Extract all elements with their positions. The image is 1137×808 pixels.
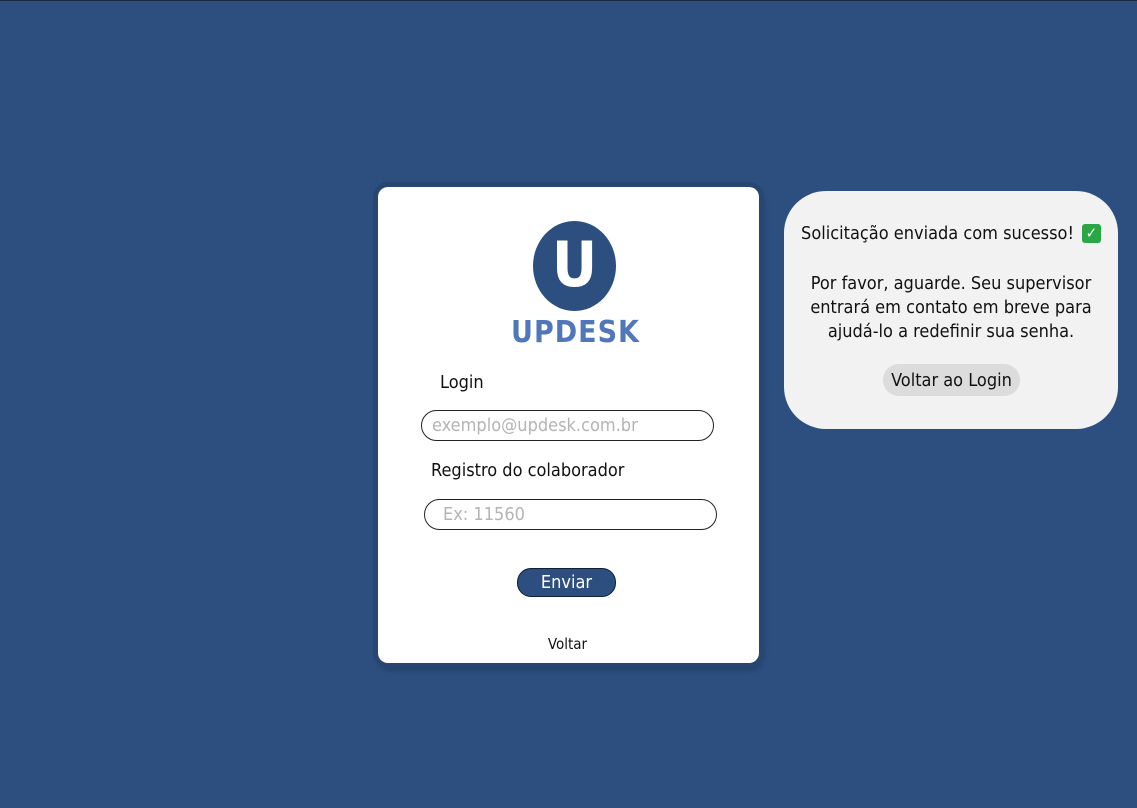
voltar-link[interactable]: Voltar xyxy=(378,635,757,653)
success-notification: Solicitação enviada com sucesso! ✓ Por fa… xyxy=(784,191,1118,429)
notification-message-line: entrará em contato em breve para xyxy=(810,297,1092,318)
voltar-ao-login-button[interactable]: Voltar ao Login xyxy=(883,364,1020,396)
enviar-button[interactable]: Enviar xyxy=(517,568,616,597)
logo-wordmark: UPDESK xyxy=(511,315,640,350)
login-label: Login xyxy=(440,372,484,393)
notification-message-line: ajudá-lo a redefinir sua senha. xyxy=(827,321,1075,342)
top-border xyxy=(0,0,1137,1)
notification-message: Por favor, aguarde. Seu supervisor entra… xyxy=(804,272,1098,344)
logo-circle: U xyxy=(533,221,616,311)
updesk-logo: U UPDESK xyxy=(378,221,759,351)
registro-label: Registro do colaborador xyxy=(431,460,625,481)
notification-title: Solicitação enviada com sucesso! ✓ xyxy=(784,223,1118,244)
notification-title-text: Solicitação enviada com sucesso! xyxy=(801,223,1074,244)
password-recovery-card: U UPDESK Login Registro do colaborador E… xyxy=(378,187,759,663)
logo-letter: U xyxy=(551,228,598,301)
login-email-input[interactable] xyxy=(421,410,714,441)
check-mark-icon: ✓ xyxy=(1081,224,1101,243)
notification-message-line: Por favor, aguarde. Seu supervisor xyxy=(810,273,1092,294)
registro-input[interactable] xyxy=(424,499,717,530)
